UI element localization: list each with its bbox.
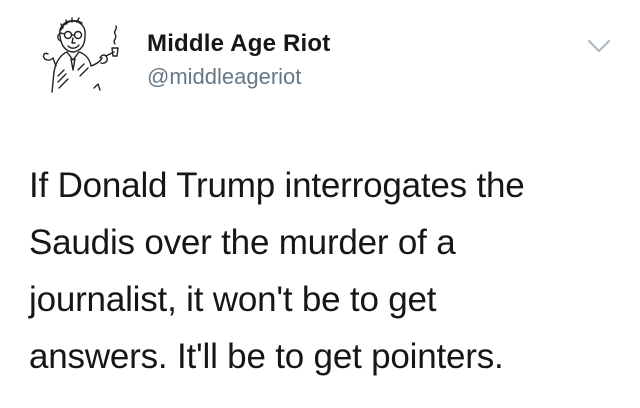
avatar[interactable] — [34, 14, 134, 100]
tweet-text: If Donald Trump interrogates the Saudis … — [29, 166, 525, 376]
author-display-name[interactable]: Middle Age Riot — [147, 30, 330, 58]
tweet-card: Middle Age Riot @middleageriot If Donald… — [0, 0, 640, 408]
author-handle[interactable]: @middleageriot — [147, 64, 301, 90]
avatar-illustration-icon — [42, 17, 119, 93]
chevron-down-icon — [587, 39, 611, 53]
tweet-menu-button[interactable] — [585, 35, 613, 57]
